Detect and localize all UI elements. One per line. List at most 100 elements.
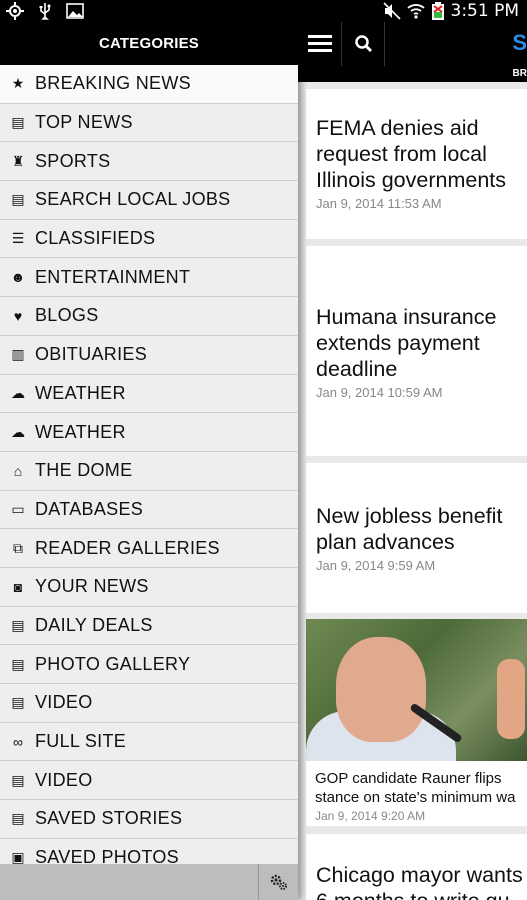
camera-icon: ◙ — [13, 578, 23, 595]
category-item-blogs[interactable]: ♥ BLOGS — [0, 297, 298, 336]
story-date: Jan 9, 2014 10:59 AM — [316, 385, 443, 400]
story-headline: 6 months to write gu — [316, 888, 527, 900]
story-caption: stance on state's minimum wa — [315, 789, 516, 806]
tombstone-icon: ▥ — [11, 346, 25, 363]
settings-button[interactable] — [258, 864, 298, 900]
categories-drawer: CATEGORIES ★ BREAKING NEWS ▤ TOP NEWS ♜ SPORT… — [0, 22, 298, 900]
category-item-video[interactable]: ▤ VIDEO — [0, 684, 298, 723]
story-card[interactable]: Chicago mayor wants 6 months to write gu — [306, 834, 527, 900]
news-subbar: BR — [298, 66, 527, 82]
story-headline: Humana insurance — [316, 305, 497, 329]
story-headline: FEMA denies aid — [316, 116, 479, 140]
toolbar-divider — [384, 22, 385, 66]
site-logo[interactable]: S — [512, 30, 527, 56]
category-item-weather[interactable]: ☁ WEATHER — [0, 413, 298, 452]
star-icon: ★ — [11, 75, 25, 92]
capitol-icon: ⌂ — [13, 462, 23, 479]
story-headline: deadline — [316, 357, 398, 381]
category-item-search-local-jobs[interactable]: ▤ SEARCH LOCAL JOBS — [0, 181, 298, 220]
gallery-icon: ⧉ — [13, 539, 23, 556]
mute-icon — [382, 2, 401, 20]
gps-icon — [6, 2, 24, 20]
category-item-sports[interactable]: ♜ SPORTS — [0, 142, 298, 182]
category-label: DATABASES — [35, 498, 144, 519]
category-item-top-news[interactable]: ▤ TOP NEWS — [0, 103, 298, 143]
category-label: VIDEO — [35, 692, 93, 713]
category-item-your-news[interactable]: ◙ YOUR NEWS — [0, 567, 298, 607]
toolbar-divider — [341, 22, 342, 66]
story-caption: GOP candidate Rauner flips — [315, 770, 502, 787]
laptop-icon: ▭ — [11, 500, 25, 517]
category-label: THE DOME — [35, 460, 133, 481]
category-label: CLASSIFIEDS — [35, 228, 156, 249]
category-item-weather[interactable]: ☁ WEATHER — [0, 374, 298, 414]
story-headline: request from local — [316, 142, 487, 166]
newspaper-icon: ▤ — [11, 114, 25, 131]
category-item-the-dome[interactable]: ⌂ THE DOME — [0, 451, 298, 491]
list-icon: ☰ — [11, 230, 25, 247]
pin-icon: ♥ — [13, 307, 23, 324]
newspaper-icon: ▤ — [11, 191, 25, 208]
category-label: VIDEO — [35, 769, 93, 790]
story-date: Jan 9, 2014 11:53 AM — [316, 196, 442, 211]
category-label: SPORTS — [35, 150, 111, 171]
saved-icon: ▤ — [11, 810, 25, 827]
category-item-saved-stories[interactable]: ▤ SAVED STORIES — [0, 800, 298, 839]
trophy-icon: ♜ — [11, 152, 25, 169]
story-card[interactable]: New jobless benefit plan advances Jan 9,… — [306, 463, 527, 613]
story-date: Jan 9, 2014 9:20 AM — [315, 809, 426, 823]
category-label: TOP NEWS — [35, 112, 133, 133]
category-item-obituaries[interactable]: ▥ OBITUARIES — [0, 335, 298, 375]
category-label: OBITUARIES — [35, 344, 148, 365]
gears-icon — [270, 874, 287, 890]
category-label: YOUR NEWS — [35, 576, 149, 597]
status-time: 3:51 PM — [450, 1, 520, 21]
breaking-label: BR — [512, 68, 527, 79]
story-headline: plan advances — [316, 530, 455, 554]
image-icon — [66, 3, 84, 19]
category-label: WEATHER — [35, 382, 126, 403]
status-bar: 3:51 PM — [0, 0, 527, 22]
newspaper-icon: ▤ — [11, 771, 25, 788]
weather-icon: ☁ — [11, 423, 25, 440]
drawer-title: CATEGORIES — [0, 22, 298, 65]
story-card-photo[interactable]: GOP candidate Rauner flips stance on sta… — [306, 619, 527, 826]
category-label: SAVED STORIES — [35, 808, 183, 829]
story-headline: Illinois governments — [316, 168, 507, 192]
drawer-footer — [0, 864, 298, 900]
category-list: ★ BREAKING NEWS ▤ TOP NEWS ♜ SPORTS ▤ SEARCH LO… — [0, 65, 298, 878]
news-panel: S BR FEMA denies aid request from local … — [298, 22, 527, 900]
masks-icon: ☻ — [10, 269, 26, 286]
category-item-daily-deals[interactable]: ▤ DAILY DEALS — [0, 606, 298, 646]
menu-icon[interactable] — [308, 35, 332, 53]
newspaper-icon: ▤ — [11, 655, 25, 672]
story-photo — [306, 619, 527, 761]
search-icon[interactable] — [354, 34, 374, 54]
story-card[interactable]: FEMA denies aid request from local Illin… — [306, 89, 527, 239]
story-card[interactable]: Humana insurance extends payment deadlin… — [306, 246, 527, 456]
newspaper-icon: ▤ — [11, 694, 25, 711]
category-item-reader-galleries[interactable]: ⧉ READER GALLERIES — [0, 529, 298, 568]
news-toolbar: S — [298, 22, 527, 66]
story-headline: Chicago mayor wants — [316, 863, 523, 887]
category-item-entertainment[interactable]: ☻ ENTERTAINMENT — [0, 258, 298, 298]
category-label: DAILY DEALS — [35, 614, 153, 635]
wifi-icon — [406, 4, 425, 19]
category-label: WEATHER — [35, 421, 126, 442]
weather-icon: ☁ — [11, 384, 25, 401]
category-label: ENTERTAINMENT — [35, 266, 191, 287]
category-item-databases[interactable]: ▭ DATABASES — [0, 490, 298, 530]
link-icon: ∞ — [13, 733, 23, 750]
category-label: BREAKING NEWS — [35, 73, 191, 94]
story-date: Jan 9, 2014 9:59 AM — [316, 558, 436, 573]
category-item-video[interactable]: ▤ VIDEO — [0, 761, 298, 801]
category-item-photo-gallery[interactable]: ▤ PHOTO GALLERY — [0, 645, 298, 684]
category-item-full-site[interactable]: ∞ FULL SITE — [0, 722, 298, 762]
category-label: SEARCH LOCAL JOBS — [35, 189, 231, 210]
battery-icon — [431, 2, 444, 20]
story-headline: extends payment — [316, 331, 480, 355]
category-item-breaking-news[interactable]: ★ BREAKING NEWS — [0, 65, 298, 104]
newspaper-icon: ▤ — [11, 616, 25, 633]
category-item-classifieds[interactable]: ☰ CLASSIFIEDS — [0, 219, 298, 259]
category-label: BLOGS — [35, 305, 99, 326]
